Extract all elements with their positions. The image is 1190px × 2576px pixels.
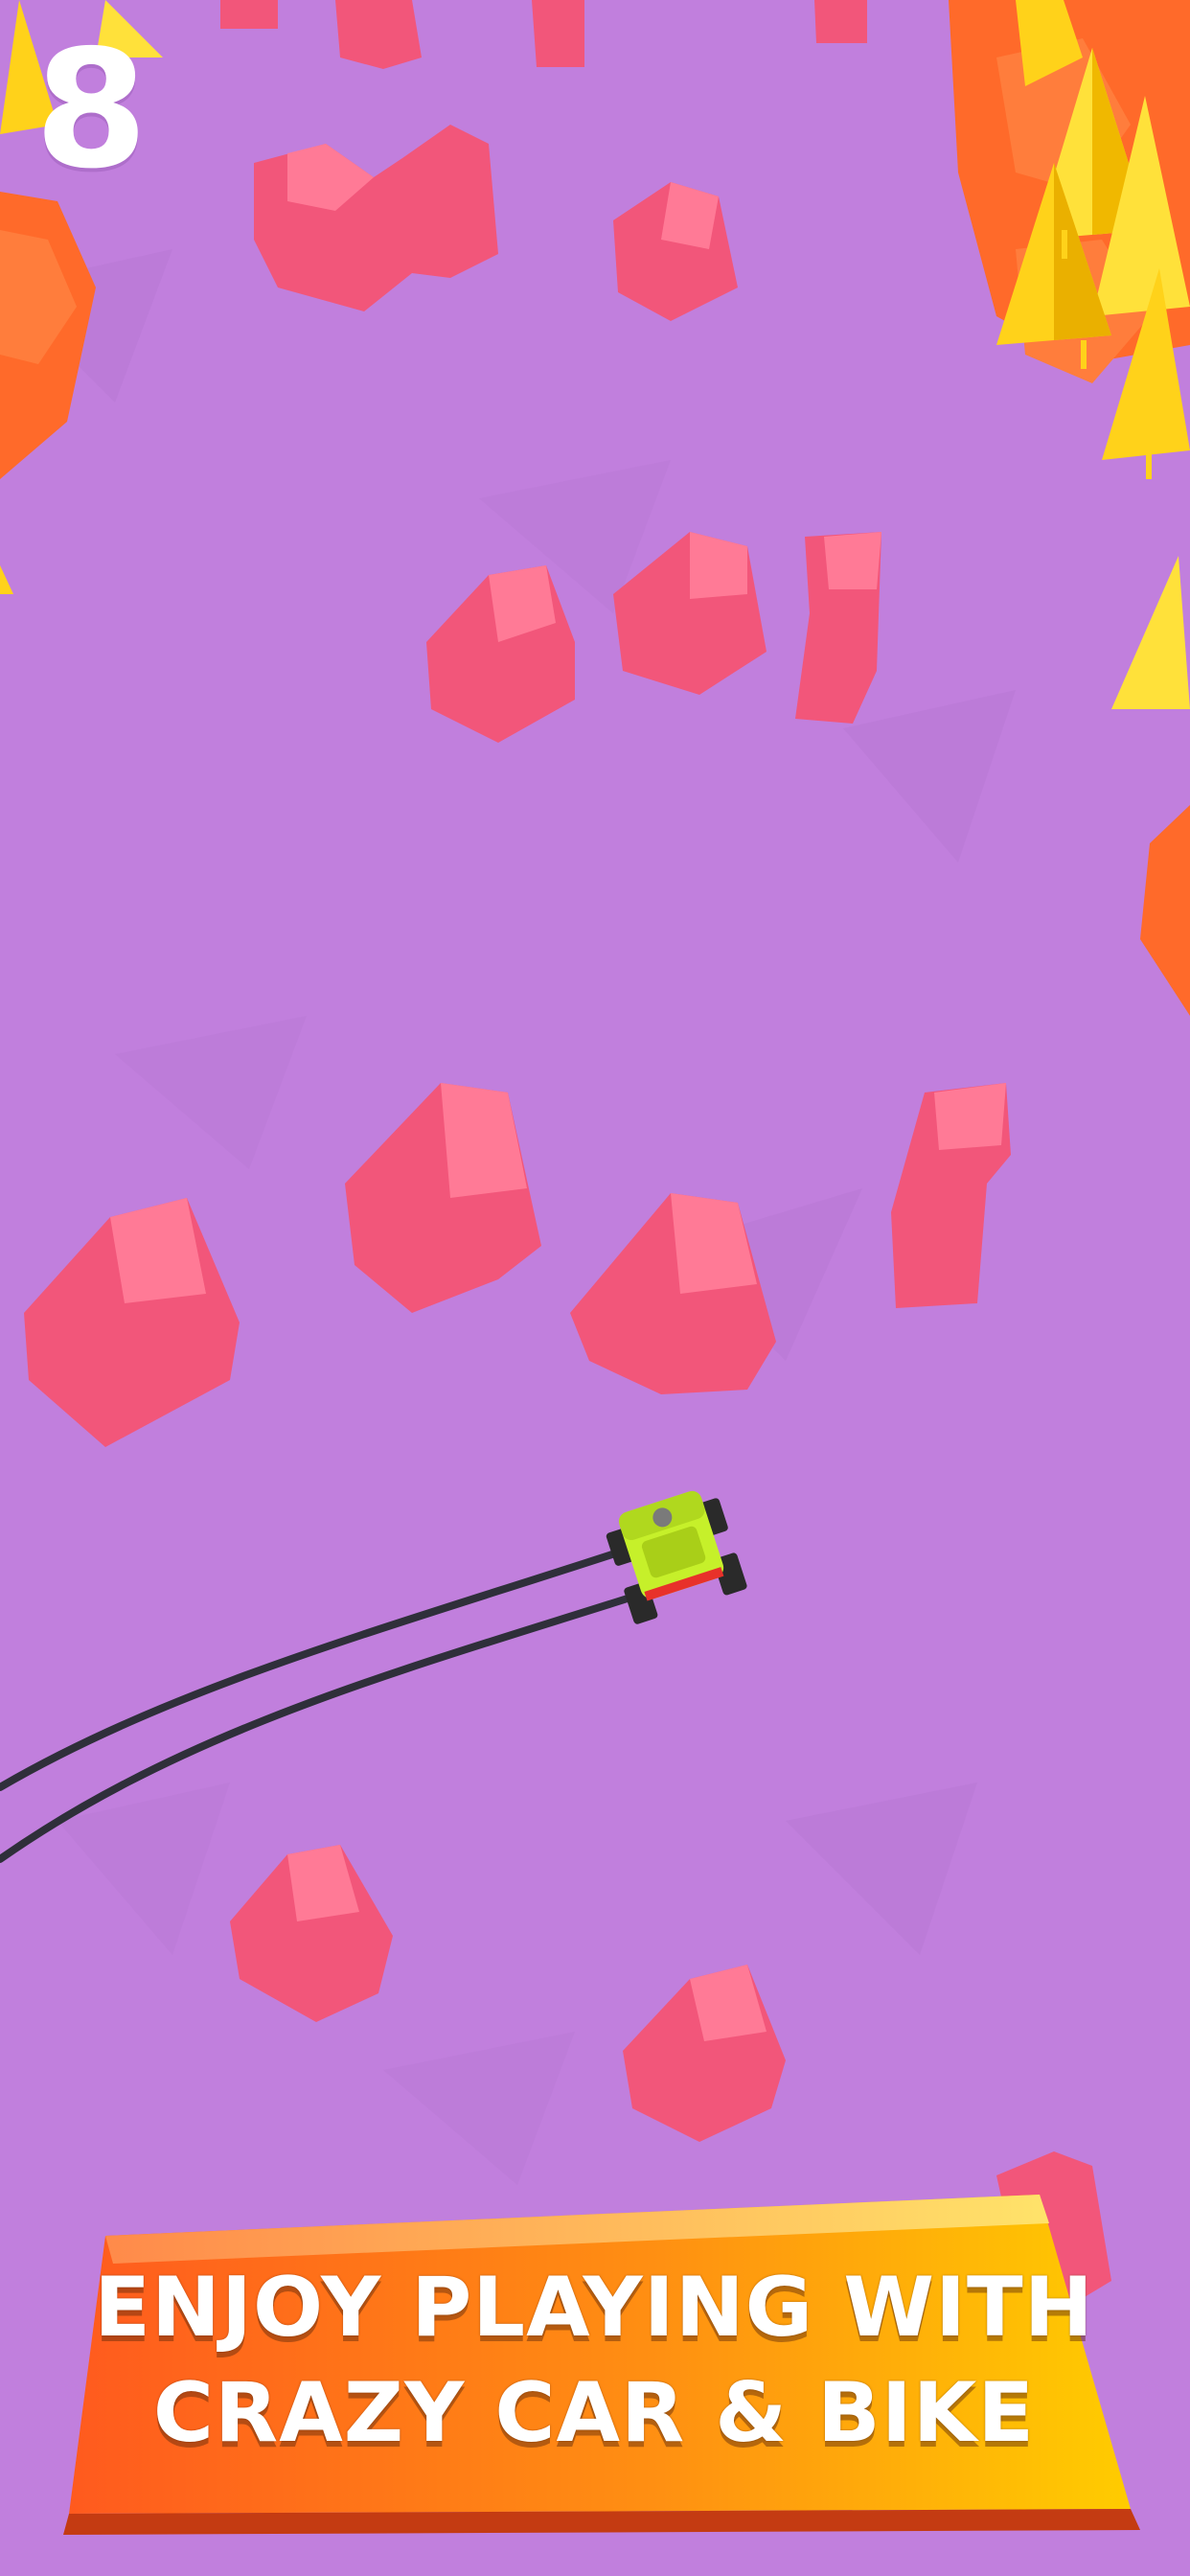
score-counter: 8 [34,15,149,205]
forest-top-right [949,0,1190,1016]
rock-cluster-2 [426,532,881,743]
rock-cluster-top [220,0,867,69]
game-scene[interactable] [0,0,1190,2576]
rock-cluster-1 [254,125,738,321]
promo-text-line-2: CRAZY CAR & BIKE [152,2365,1036,2461]
promo-text-line-1: ENJOY PLAYING WITH [94,2260,1094,2356]
rock-cluster-3 [24,1083,1011,1447]
